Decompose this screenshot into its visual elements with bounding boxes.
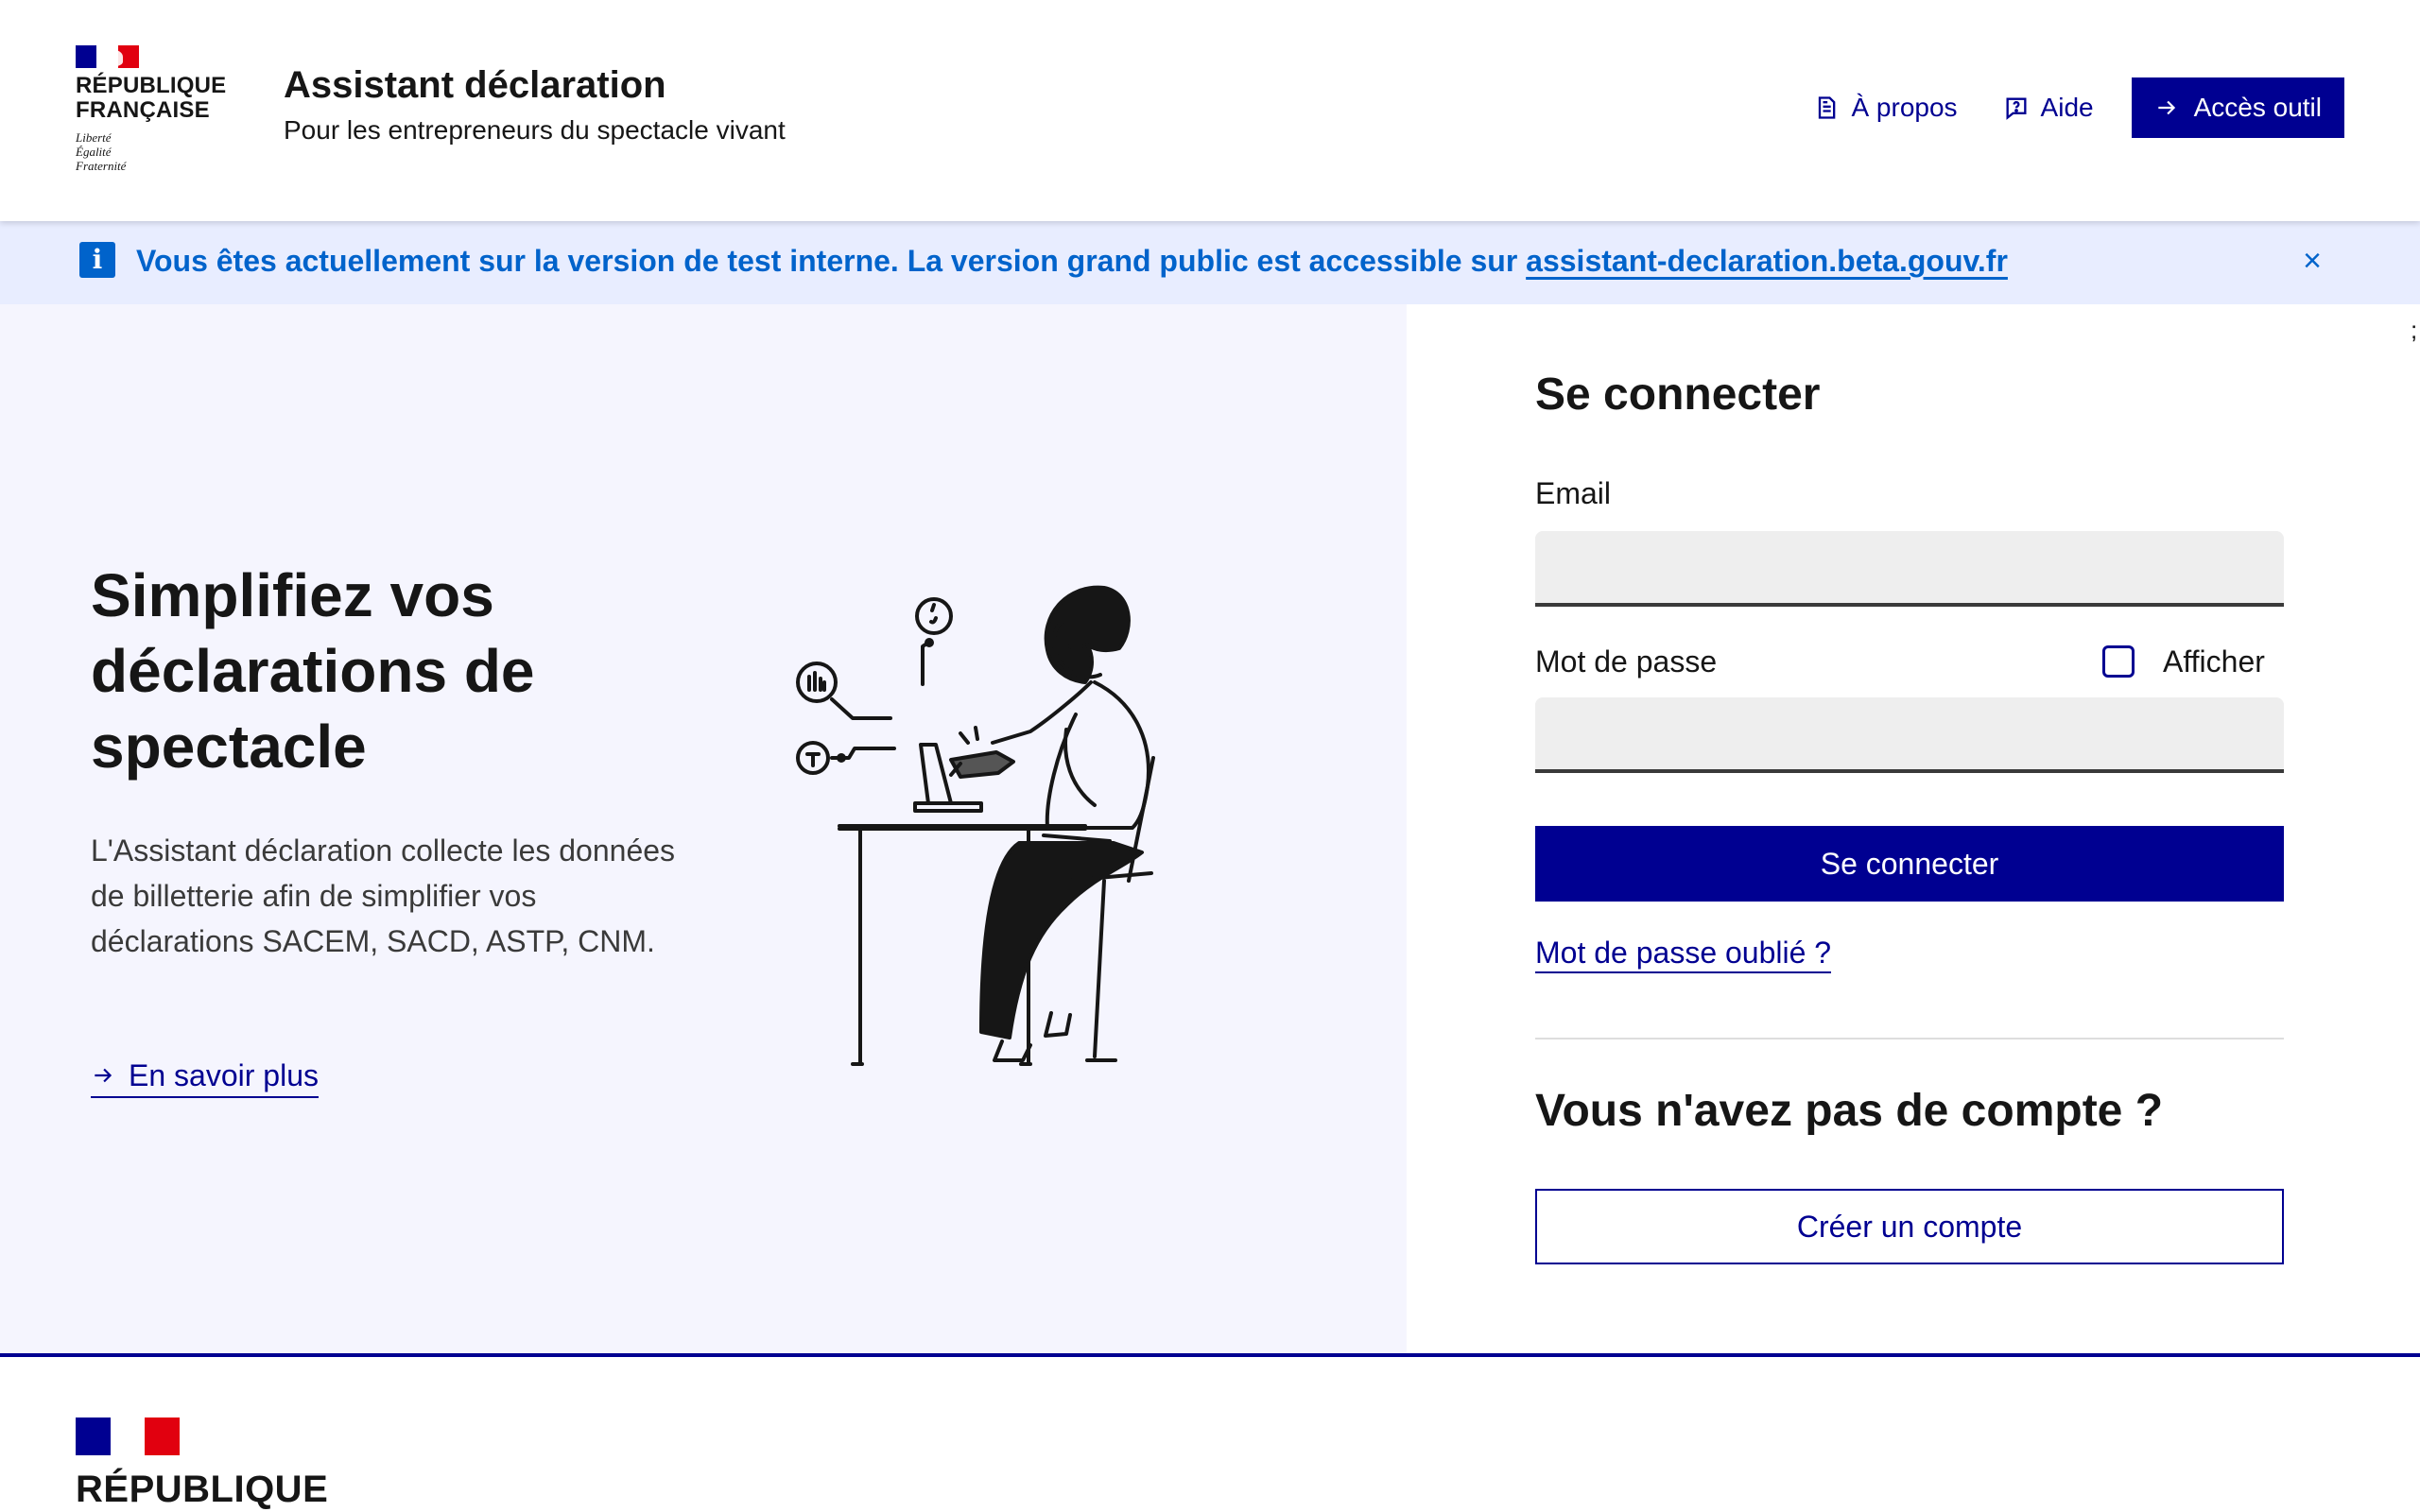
service-tagline: Pour les entrepreneurs du spectacle viva… xyxy=(284,115,786,145)
devise: Liberté Égalité Fraternité xyxy=(76,130,226,173)
site-footer: RÉPUBLIQUE xyxy=(0,1353,2420,1512)
site-header: RÉPUBLIQUE FRANÇAISE Liberté Égalité Fra… xyxy=(0,0,2420,221)
header-tools: À propos Aide Accès outil xyxy=(1806,77,2344,138)
email-field[interactable] xyxy=(1535,531,2284,607)
notice-banner: i Vous êtes actuellement sur la version … xyxy=(0,221,2420,304)
email-label: Email xyxy=(1535,476,1612,510)
arrow-right-icon xyxy=(2157,100,2175,115)
marianne-flag-icon xyxy=(76,45,139,68)
info-icon: i xyxy=(79,242,115,278)
login-button[interactable]: Se connecter xyxy=(1535,826,2284,902)
devise-liberte: Liberté xyxy=(76,130,112,145)
document-icon xyxy=(1819,96,1836,119)
brand-line-1: RÉPUBLIQUE xyxy=(76,73,227,98)
service-title: Assistant déclaration xyxy=(284,64,666,106)
access-tool-label: Accès outil xyxy=(2193,93,2322,122)
arrow-right-icon xyxy=(95,1068,112,1083)
footer-brand: RÉPUBLIQUE xyxy=(76,1469,329,1510)
brand-text: RÉPUBLIQUE FRANÇAISE xyxy=(76,74,226,123)
marianne-flag-icon xyxy=(76,1418,181,1455)
checkbox-box[interactable] xyxy=(2102,645,2135,678)
brand-line-2: FRANÇAISE xyxy=(76,97,210,123)
stray-character: ; xyxy=(2411,316,2418,344)
show-password-label: Afficher xyxy=(2163,644,2265,679)
access-tool-button[interactable]: Accès outil xyxy=(2131,77,2344,138)
close-icon[interactable]: × xyxy=(2291,240,2333,282)
person-at-computer-illustration xyxy=(796,585,1155,1066)
hero-title: Simplifiez vos déclarations de spectacle xyxy=(91,561,535,781)
republique-francaise-logo[interactable]: RÉPUBLIQUE FRANÇAISE Liberté Égalité Fra… xyxy=(76,45,226,173)
divider xyxy=(1535,1038,2284,1040)
about-link-label: À propos xyxy=(1851,93,1958,122)
service-block[interactable]: Assistant déclaration Pour les entrepren… xyxy=(284,62,786,147)
login-panel: ; Se connecter Email Mot de passe Affich… xyxy=(1407,304,2420,1353)
devise-egalite: Égalité xyxy=(76,145,112,159)
question-icon xyxy=(2006,97,2027,120)
notice-text: Vous êtes actuellement sur la version de… xyxy=(136,240,2008,282)
learn-more-label: En savoir plus xyxy=(129,1058,319,1092)
help-link[interactable]: Aide xyxy=(1996,83,2101,132)
notice-link[interactable]: assistant-declaration.beta.gouv.fr xyxy=(1526,244,2008,278)
notice-message: Vous êtes actuellement sur la version de… xyxy=(136,244,1527,278)
about-link[interactable]: À propos xyxy=(1806,83,1964,132)
hero-description: L'Assistant déclaration collecte les don… xyxy=(91,833,676,958)
learn-more-link[interactable]: En savoir plus xyxy=(91,1057,319,1098)
no-account-title: Vous n'avez pas de compte ? xyxy=(1535,1086,2164,1136)
forgot-password-link[interactable]: Mot de passe oublié ? xyxy=(1535,934,1832,973)
password-label: Mot de passe xyxy=(1535,644,1718,679)
hero-panel: Simplifiez vos déclarations de spectacle… xyxy=(0,304,1407,1353)
help-link-label: Aide xyxy=(2040,93,2094,122)
devise-fraternite: Fraternité xyxy=(76,159,127,173)
password-field[interactable] xyxy=(1535,697,2284,773)
login-title: Se connecter xyxy=(1535,369,1821,420)
show-password-checkbox[interactable]: Afficher xyxy=(2102,643,2265,680)
create-account-button[interactable]: Créer un compte xyxy=(1535,1189,2284,1264)
